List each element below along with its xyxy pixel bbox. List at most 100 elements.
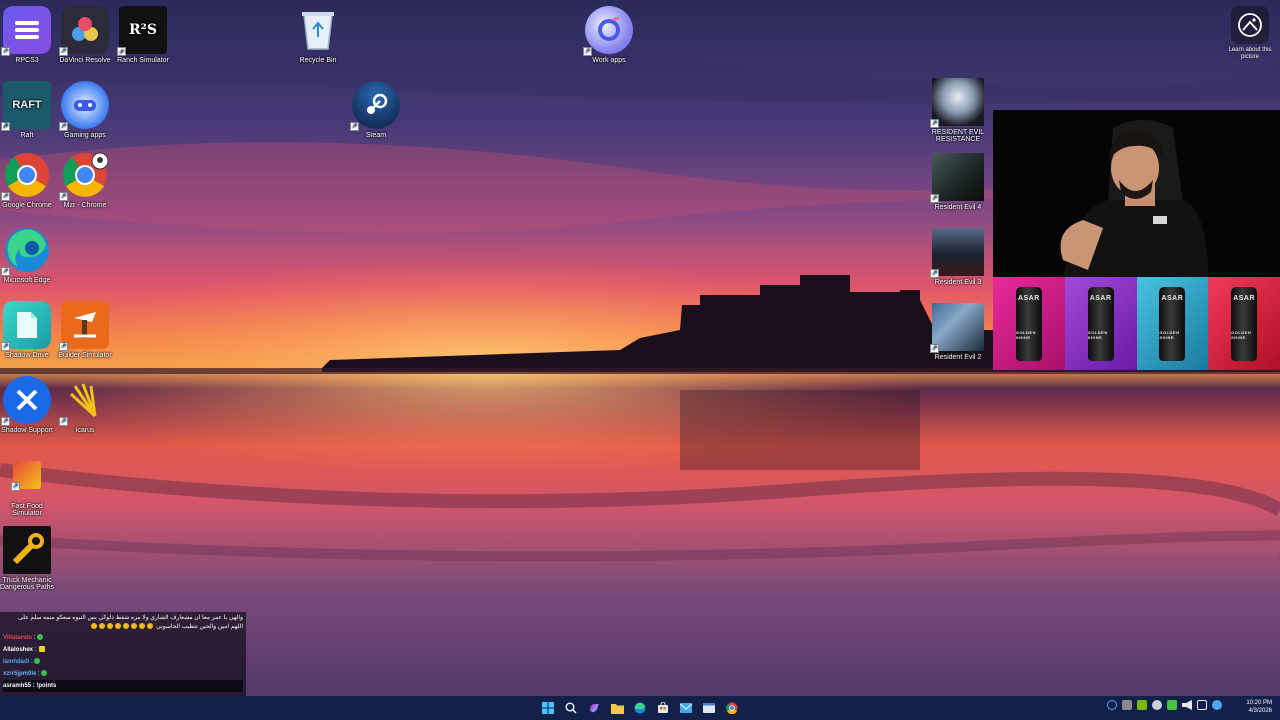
desktop-icon-builder-simulator[interactable]: ↗ Builder Simulator	[55, 301, 115, 359]
icon-label: Fast Food Simulator	[11, 503, 43, 517]
ranch-simulator-icon: R²S ↗	[117, 6, 167, 56]
energy-can: ASAR GOLDEN SHINE	[1087, 286, 1114, 361]
icon-label: Resident Evil 4	[934, 204, 982, 211]
icon-label: Steam	[365, 132, 387, 139]
sync-icon[interactable]	[1107, 700, 1117, 710]
icon-label: Resident Evil 3	[934, 279, 982, 286]
volume-icon[interactable]	[1182, 700, 1192, 710]
streamer-webcam-image	[1060, 120, 1208, 278]
desktop-icon-steam[interactable]: ↗ Steam	[346, 81, 406, 139]
clock-date: 4/3/2026	[1248, 708, 1272, 714]
desktop-icon-ranch-simulator[interactable]: R²S ↗ Ranch Simulator	[113, 6, 173, 64]
notepad-button[interactable]	[701, 700, 717, 716]
icon-label: Mzr - Chrome	[63, 202, 107, 209]
desktop-icon-recycle-bin[interactable]: Recycle Bin	[288, 6, 348, 64]
status-tray-icon[interactable]	[1167, 700, 1177, 710]
desktop-icon-fast-food-simulator[interactable]: ↗ Fast Food Simulator	[0, 451, 57, 517]
gaming-apps-icon: ↗	[59, 81, 109, 131]
mail-icon	[680, 703, 692, 713]
edge-taskbar-button[interactable]	[632, 700, 648, 716]
file-explorer-button[interactable]	[609, 700, 625, 716]
desktop-icon-resident-evil-resistance[interactable]: ↗ RESIDENT EVIL RESISTANCE	[928, 78, 988, 143]
icon-label: DaVinci Resolve	[59, 57, 111, 64]
desktop-icon-davinci-resolve[interactable]: ↗ DaVinci Resolve	[55, 6, 115, 64]
chat-message: lamhdadi :	[3, 656, 243, 668]
clock-time: 10:20 PM	[1246, 700, 1272, 706]
energy-can: ASAR GOLDEN SHINE	[1015, 286, 1042, 361]
desktop-icon-microsoft-edge[interactable]: ↗ Microsoft Edge	[0, 226, 57, 284]
folder-icon	[610, 703, 624, 714]
work-apps-icon: ↗	[583, 6, 633, 56]
sponsor-panel-purple: ASAR GOLDEN SHINE	[1064, 277, 1137, 370]
mail-button[interactable]	[678, 700, 694, 716]
sponsor-panel-red: ASAR GOLDEN SHINE	[1208, 277, 1280, 370]
shadow-drive-icon: ↗	[1, 301, 51, 351]
davinci-resolve-icon: ↗	[59, 6, 109, 56]
resident-evil-resistance-icon: ↗	[930, 78, 984, 128]
icon-label: Recycle Bin	[299, 57, 337, 64]
stream-chat: والهي يا عمر معا ان مشعارف الشاري ولا مر…	[0, 612, 246, 708]
taskbar-clock[interactable]: 10:20 PM 4/3/2026	[1246, 699, 1272, 715]
webcam-feed	[993, 110, 1280, 278]
icon-label: Google Chrome	[2, 202, 52, 209]
app-tray-icon[interactable]	[1122, 700, 1132, 710]
search-button[interactable]	[563, 700, 579, 716]
learn-about-picture[interactable]: Learn about this picture	[1222, 6, 1278, 61]
icon-label: Shadow Drive	[5, 352, 49, 359]
desktop-icon-resident-evil-3[interactable]: ↗ Resident Evil 3	[928, 228, 988, 286]
camera-icon	[1231, 6, 1269, 44]
chrome-taskbar-button[interactable]	[724, 700, 740, 716]
desktop-icon-resident-evil-2[interactable]: ↗ Resident Evil 2	[928, 303, 988, 361]
resident-evil-3-icon: ↗	[930, 228, 984, 278]
edge-icon: ↗	[1, 226, 51, 276]
network-icon[interactable]	[1197, 700, 1207, 710]
start-button[interactable]	[540, 700, 556, 716]
desktop-icon-truck-mechanic[interactable]: Truck Mechanic Dangerous Paths	[0, 526, 57, 591]
taskbar: 10:20 PM 4/3/2026	[0, 696, 1280, 720]
icon-label: Builder Simulator	[58, 352, 112, 359]
system-tray	[1107, 700, 1222, 710]
icon-label: Truck Mechanic Dangerous Paths	[0, 577, 55, 591]
copilot-icon	[590, 703, 599, 713]
store-button[interactable]	[655, 700, 671, 716]
windows-logo-icon	[542, 702, 554, 714]
icon-label: RESIDENT EVIL RESISTANCE	[931, 129, 985, 143]
desktop-icon-google-chrome[interactable]: ↗ Google Chrome	[0, 151, 57, 209]
desktop-icon-gaming-apps[interactable]: ↗ Gaming apps	[55, 81, 115, 139]
chrome-icon	[726, 702, 738, 714]
chrome-icon: ↗	[1, 151, 51, 201]
recycle-bin-icon	[294, 6, 342, 54]
desktop-icon-resident-evil-4[interactable]: ↗ Resident Evil 4	[928, 153, 988, 211]
chat-message: اللهم امين والحين تتطيب الحاسوبي	[3, 623, 243, 632]
search-icon	[565, 702, 577, 714]
icon-label: Shadow Support	[1, 427, 53, 434]
desktop-icon-rpcs3[interactable]: ↗ RPCS3	[0, 6, 57, 64]
chat-message: xzrr5jpm0le :	[3, 668, 243, 680]
desktop-icon-work-apps[interactable]: ↗ Work apps	[579, 6, 639, 64]
icarus-icon: ↗	[59, 376, 109, 426]
sponsor-banner: ASAR GOLDEN SHINE ASAR GOLDEN SHINE ASAR GO…	[993, 277, 1280, 370]
copilot-button[interactable]	[586, 700, 602, 716]
desktop-icon-mzr-chrome[interactable]: ↗ Mzr - Chrome	[55, 151, 115, 209]
icon-label: RPCS3	[15, 57, 39, 64]
steam-tray-icon[interactable]	[1152, 700, 1162, 710]
desktop-icon-icarus[interactable]: ↗ Icarus	[55, 376, 115, 434]
steam-icon: ↗	[350, 81, 400, 131]
store-icon	[658, 702, 668, 713]
sponsor-panel-pink: ASAR GOLDEN SHINE	[993, 277, 1065, 370]
icon-label: Microsoft Edge	[3, 277, 51, 284]
chat-message: Allaloshex :	[3, 644, 243, 656]
battery-icon[interactable]	[1212, 700, 1222, 710]
icon-label: Work apps	[592, 57, 626, 64]
icon-label: Raft	[20, 132, 34, 139]
chat-message: asramh55 : !points	[3, 680, 243, 692]
edge-icon	[634, 702, 646, 714]
icon-label: Ranch Simulator	[117, 57, 169, 64]
sponsor-panel-blue: ASAR GOLDEN SHINE	[1136, 277, 1209, 370]
desktop-icon-shadow-support[interactable]: ↗ Shadow Support	[0, 376, 57, 434]
desktop-icon-raft[interactable]: RAFT ↗ Raft	[0, 81, 57, 139]
shadow-support-icon: ↗	[1, 376, 51, 426]
truck-mechanic-icon	[3, 526, 51, 574]
desktop-icon-shadow-drive[interactable]: ↗ Shadow Drive	[0, 301, 57, 359]
nvidia-icon[interactable]	[1137, 700, 1147, 710]
